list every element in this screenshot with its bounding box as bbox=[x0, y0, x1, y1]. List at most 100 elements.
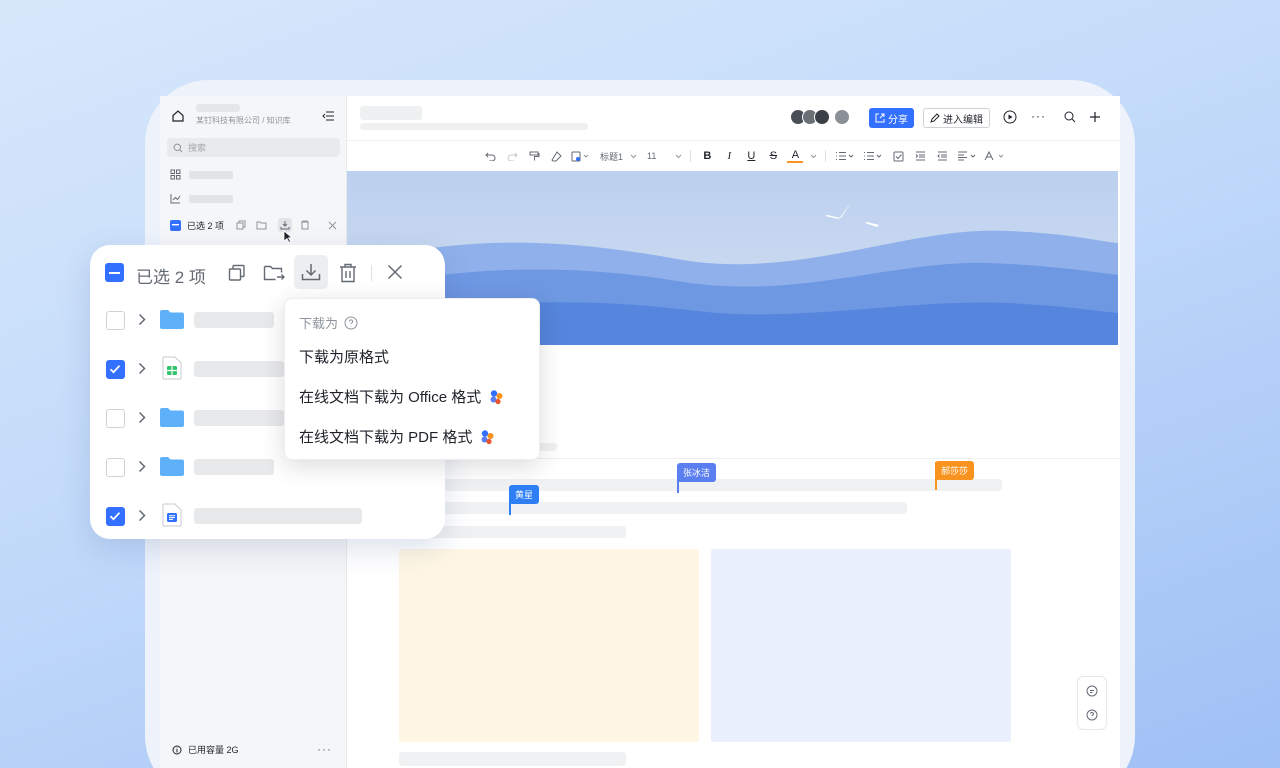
spreadsheet-icon bbox=[162, 356, 182, 380]
download-menu: 下载为 下载为原格式 在线文档下载为 Office 格式 在线文档下载为 PDF… bbox=[284, 298, 540, 460]
row-checkbox[interactable] bbox=[106, 360, 125, 379]
premium-badge-icon bbox=[478, 428, 496, 446]
chevron-down-icon bbox=[674, 148, 682, 164]
help-icon[interactable] bbox=[1086, 709, 1098, 721]
collaborator-tag: 郝莎莎 bbox=[935, 461, 975, 480]
sidebar-item-stats[interactable] bbox=[170, 193, 233, 204]
menu-item-original-format[interactable]: 下载为原格式 bbox=[299, 346, 389, 367]
premium-badge-icon bbox=[487, 388, 505, 406]
add-icon[interactable] bbox=[1089, 111, 1101, 123]
delete-icon[interactable] bbox=[339, 263, 357, 283]
edit-button[interactable]: 进入编辑 bbox=[923, 108, 990, 128]
selection-count-label: 已选 2 项 bbox=[187, 220, 225, 231]
strikethrough-icon[interactable]: S bbox=[765, 148, 781, 164]
breadcrumb: 某钉科技有限公司 / 知识库 bbox=[196, 116, 291, 125]
document-icon bbox=[162, 503, 182, 527]
download-button[interactable] bbox=[294, 255, 328, 289]
pencil-icon bbox=[930, 113, 940, 123]
chevron-right-icon[interactable] bbox=[138, 509, 146, 522]
file-name-placeholder bbox=[194, 410, 284, 426]
collapse-sidebar-icon[interactable] bbox=[321, 109, 335, 123]
divider bbox=[371, 265, 372, 281]
avatar-group[interactable] bbox=[790, 109, 850, 125]
redo-icon[interactable] bbox=[504, 148, 520, 164]
menu-header: 下载为 bbox=[299, 313, 358, 332]
italic-icon[interactable]: I bbox=[721, 148, 737, 164]
file-name-placeholder bbox=[194, 312, 274, 328]
select-all-checkbox[interactable] bbox=[105, 263, 124, 282]
insert-block-icon[interactable] bbox=[570, 148, 592, 164]
move-to-folder-icon[interactable] bbox=[263, 264, 285, 282]
comment-icon[interactable] bbox=[1086, 685, 1098, 697]
floating-help-bar bbox=[1077, 676, 1107, 730]
space-name-placeholder bbox=[196, 104, 240, 112]
font-size-select[interactable]: 11 bbox=[647, 151, 656, 161]
collaborator-tag: 黄星 bbox=[509, 485, 540, 504]
numbered-list-icon[interactable] bbox=[862, 148, 884, 164]
chevron-right-icon[interactable] bbox=[138, 460, 146, 473]
doc-title-placeholder bbox=[360, 106, 422, 120]
indent-icon[interactable] bbox=[912, 148, 928, 164]
format-painter-icon[interactable] bbox=[526, 148, 542, 164]
chart-icon bbox=[170, 193, 181, 204]
menu-item-pdf-format[interactable]: 在线文档下载为 PDF 格式 bbox=[299, 426, 496, 447]
undo-icon[interactable] bbox=[482, 148, 498, 164]
search-input[interactable]: 搜索 bbox=[167, 138, 340, 157]
align-icon[interactable] bbox=[956, 148, 978, 164]
content-card-yellow bbox=[399, 549, 699, 742]
folder-icon bbox=[160, 309, 184, 329]
select-all-checkbox[interactable] bbox=[170, 219, 181, 231]
close-icon[interactable] bbox=[328, 221, 337, 230]
copy-icon[interactable] bbox=[236, 220, 246, 230]
content-card-blue bbox=[711, 549, 1011, 742]
more-icon[interactable]: ··· bbox=[1031, 109, 1046, 123]
help-icon[interactable] bbox=[344, 316, 358, 330]
heading-style-select[interactable]: 标题1 bbox=[600, 150, 623, 163]
row-checkbox[interactable] bbox=[106, 311, 125, 330]
row-checkbox[interactable] bbox=[106, 507, 125, 526]
collaborator-tag: 张冰洁 bbox=[677, 463, 717, 482]
text-placeholder bbox=[427, 526, 626, 538]
sidebar-item-placeholder bbox=[189, 170, 233, 179]
text-placeholder bbox=[427, 502, 907, 514]
search-icon[interactable] bbox=[1064, 111, 1076, 123]
format-toolbar: 标题1 11 B I U S A bbox=[482, 148, 1006, 164]
grid-icon bbox=[170, 169, 181, 180]
text-color-icon[interactable]: A bbox=[787, 149, 804, 163]
outdent-icon[interactable] bbox=[934, 148, 950, 164]
move-to-folder-icon[interactable] bbox=[256, 220, 268, 230]
more-format-icon[interactable] bbox=[984, 148, 1006, 164]
info-icon bbox=[172, 745, 182, 755]
home-icon[interactable] bbox=[170, 108, 186, 124]
chevron-right-icon[interactable] bbox=[138, 362, 146, 375]
close-icon[interactable] bbox=[387, 264, 403, 280]
storage-label: 已用容量 2G bbox=[188, 745, 239, 755]
row-checkbox[interactable] bbox=[106, 409, 125, 428]
storage-info: 已用容量 2G bbox=[172, 743, 239, 756]
checkbox-list-icon[interactable] bbox=[890, 148, 906, 164]
chevron-right-icon[interactable] bbox=[138, 411, 146, 424]
share-button[interactable]: 分享 bbox=[869, 108, 914, 128]
delete-icon[interactable] bbox=[300, 220, 310, 230]
bold-icon[interactable]: B bbox=[699, 148, 715, 164]
avatar bbox=[814, 109, 830, 125]
menu-item-label: 在线文档下载为 PDF 格式 bbox=[299, 429, 473, 446]
list-item[interactable] bbox=[90, 491, 445, 539]
menu-title: 下载为 bbox=[299, 316, 339, 331]
divider bbox=[825, 150, 827, 162]
copy-icon[interactable] bbox=[228, 264, 246, 282]
present-icon[interactable] bbox=[1003, 110, 1017, 124]
more-icon[interactable]: ··· bbox=[317, 742, 332, 756]
share-icon bbox=[875, 113, 885, 123]
eraser-icon[interactable] bbox=[548, 148, 564, 164]
chevron-down-icon bbox=[809, 148, 817, 164]
sidebar-item-overview[interactable] bbox=[170, 169, 233, 180]
menu-item-office-format[interactable]: 在线文档下载为 Office 格式 bbox=[299, 386, 505, 407]
chevron-down-icon bbox=[629, 148, 637, 164]
chevron-right-icon[interactable] bbox=[138, 313, 146, 326]
doc-subtitle-placeholder bbox=[360, 123, 588, 130]
row-checkbox[interactable] bbox=[106, 458, 125, 477]
underline-icon[interactable]: U bbox=[743, 148, 759, 164]
search-icon bbox=[173, 143, 183, 153]
bullet-list-icon[interactable] bbox=[834, 148, 856, 164]
